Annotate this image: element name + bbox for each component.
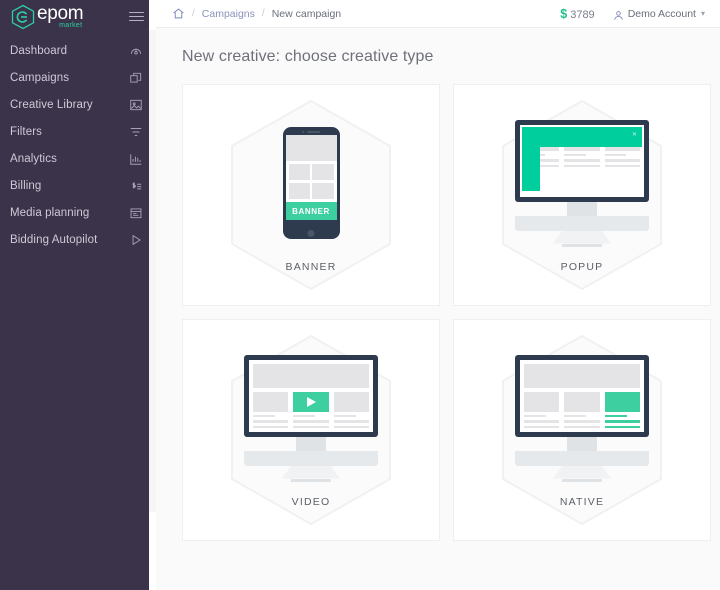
- sidebar-item-label: Filters: [10, 125, 43, 138]
- bar-chart-icon: [129, 152, 143, 166]
- sidebar-item-label: Analytics: [10, 152, 57, 165]
- page-title: New creative: choose creative type: [182, 48, 434, 65]
- monitor-popup-art: ✕: [515, 117, 649, 249]
- hexagon-e-icon: [10, 4, 36, 30]
- monitor-stand-lip: [562, 243, 602, 247]
- calendar-icon: [129, 206, 143, 220]
- main-area: / Campaigns / New campaign $ 3789 Demo A…: [156, 0, 720, 590]
- monitor-screen: [249, 359, 373, 432]
- monitor-bezel-base: [515, 450, 649, 466]
- topbar-right: $ 3789 Demo Account ▾: [560, 7, 705, 21]
- monitor-bezel-base: [515, 215, 649, 231]
- sidebar-item-media-planning[interactable]: Media planning: [0, 199, 156, 226]
- monitor-device-icon: [515, 354, 649, 482]
- monitor-native-art: [515, 352, 649, 484]
- creative-type-label: POPUP: [560, 261, 604, 273]
- sidebar-item-label: Billing: [10, 179, 42, 192]
- home-icon[interactable]: [172, 7, 185, 20]
- sidebar-item-analytics[interactable]: Analytics: [0, 145, 156, 172]
- breadcrumb-item-campaigns[interactable]: Campaigns: [202, 8, 255, 20]
- creative-type-label: BANNER: [285, 261, 337, 273]
- sidebar-item-label: Media planning: [10, 206, 90, 219]
- placeholder-block: [285, 135, 337, 161]
- logo-wordmark: epom: [37, 2, 84, 24]
- creative-type-card-video[interactable]: VIDEO: [182, 319, 440, 541]
- banner-badge: BANNER: [285, 202, 337, 220]
- monitor-video-art: [244, 352, 378, 484]
- sidebar: epom market Dashboard Campaigns Creative…: [0, 0, 156, 590]
- user-icon: [613, 8, 624, 20]
- creative-type-card-native[interactable]: NATIVE: [453, 319, 711, 541]
- phone-banner-art: BANNER: [282, 117, 340, 249]
- phone-screen: BANNER: [285, 135, 337, 220]
- monitor-stand: [553, 230, 611, 244]
- content-area: New creative: choose creative type BANNE…: [156, 28, 720, 590]
- filter-icon: [129, 125, 143, 139]
- creative-type-card-banner[interactable]: BANNER BANNER: [182, 84, 440, 306]
- logo[interactable]: epom market: [10, 2, 84, 30]
- sidebar-item-label: Creative Library: [10, 98, 93, 111]
- sidebar-item-bidding-autopilot[interactable]: Bidding Autopilot: [0, 226, 156, 253]
- app-root: epom market Dashboard Campaigns Creative…: [0, 0, 720, 590]
- hamburger-icon[interactable]: [129, 9, 144, 24]
- phone-speaker: [283, 131, 340, 133]
- sidebar-item-billing[interactable]: Billing: [0, 172, 156, 199]
- monitor-device-icon: ✕: [515, 119, 649, 247]
- topbar: / Campaigns / New campaign $ 3789 Demo A…: [156, 0, 720, 28]
- sidebar-item-label: Campaigns: [10, 71, 70, 84]
- sidebar-item-label: Bidding Autopilot: [10, 233, 98, 246]
- monitor-screen: [520, 359, 644, 432]
- monitor-neck: [567, 201, 597, 216]
- account-balance[interactable]: $ 3789: [560, 7, 594, 21]
- monitor-stand: [282, 465, 340, 479]
- placeholder-grid: [286, 161, 337, 202]
- dollar-icon: $: [560, 6, 568, 21]
- sidebar-item-dashboard[interactable]: Dashboard: [0, 37, 156, 64]
- account-menu[interactable]: Demo Account ▾: [613, 8, 705, 20]
- image-icon: [129, 98, 143, 112]
- dollar-list-icon: [129, 179, 143, 193]
- sidebar-scrollbar-thumb[interactable]: [149, 30, 156, 512]
- sidebar-nav: Dashboard Campaigns Creative Library Fil…: [0, 37, 156, 253]
- play-icon: [129, 233, 143, 247]
- play-icon: [307, 396, 317, 407]
- video-play-block: [293, 391, 329, 412]
- creative-type-card-popup[interactable]: ✕ POPUP: [453, 84, 711, 306]
- sidebar-item-creative-library[interactable]: Creative Library: [0, 91, 156, 118]
- gauge-icon: [129, 44, 143, 58]
- sidebar-item-filters[interactable]: Filters: [0, 118, 156, 145]
- breadcrumb-separator: /: [192, 8, 195, 19]
- monitor-stand-lip: [562, 478, 602, 482]
- native-ad-column: [604, 391, 640, 428]
- layers-icon: [129, 71, 143, 85]
- sidebar-item-campaigns[interactable]: Campaigns: [0, 64, 156, 91]
- account-name: Demo Account: [627, 7, 696, 20]
- chevron-down-icon: ▾: [700, 9, 705, 18]
- breadcrumb-separator: /: [261, 8, 265, 19]
- phone-device-icon: BANNER: [282, 127, 340, 239]
- monitor-stand: [553, 465, 611, 479]
- monitor-screen: ✕: [520, 124, 644, 197]
- sidebar-header: epom market: [0, 0, 156, 33]
- monitor-device-icon: [244, 354, 378, 482]
- creative-type-grid: BANNER BANNER ✕ POPUP VIDEO NATIVE: [182, 84, 711, 541]
- sidebar-scrollbar[interactable]: [149, 0, 156, 590]
- balance-value: 3789: [570, 8, 595, 21]
- monitor-neck: [296, 436, 326, 451]
- creative-type-label: NATIVE: [559, 496, 605, 508]
- phone-home-button: [307, 230, 315, 237]
- monitor-neck: [567, 436, 597, 451]
- breadcrumb-item-new-campaign: New campaign: [271, 7, 342, 20]
- breadcrumb: / Campaigns / New campaign: [172, 7, 341, 20]
- creative-type-label: VIDEO: [291, 496, 331, 508]
- monitor-bezel-base: [244, 450, 378, 466]
- monitor-stand-lip: [291, 478, 331, 482]
- sidebar-item-label: Dashboard: [10, 44, 68, 57]
